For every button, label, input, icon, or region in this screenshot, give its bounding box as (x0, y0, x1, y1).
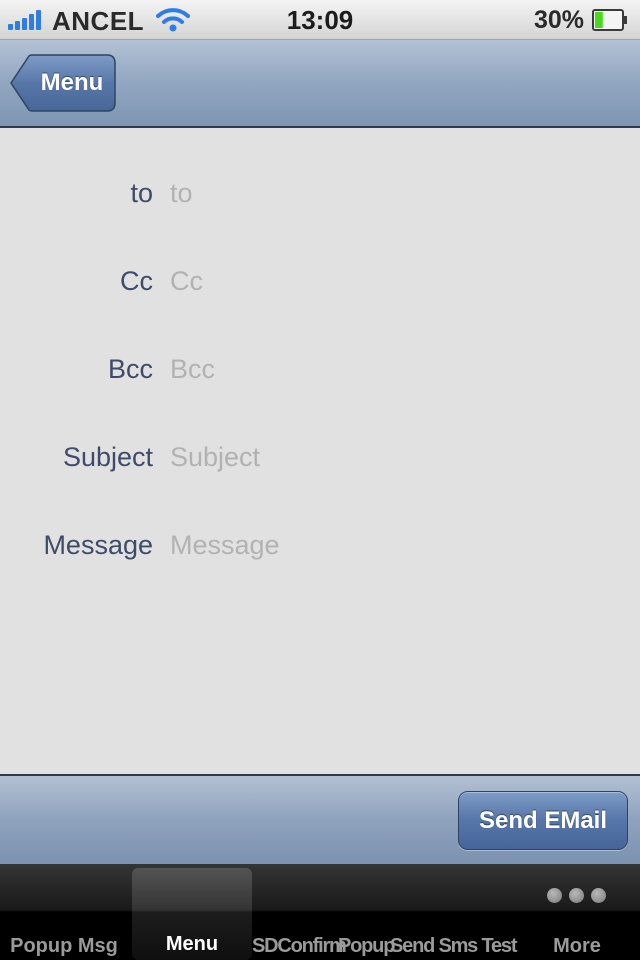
cc-row: Cc (0, 251, 640, 311)
message-row: Message (0, 515, 640, 575)
subject-label: Subject (62, 442, 153, 472)
to-field[interactable] (170, 163, 610, 223)
dot (569, 888, 584, 903)
tab-more[interactable]: More (516, 864, 638, 960)
tab-label: More (553, 935, 601, 957)
subject-field[interactable] (170, 427, 610, 487)
email-form: to Cc Bcc Subject Message (0, 128, 640, 774)
tab-popup[interactable]: Popup (338, 864, 395, 960)
bcc-row: Bcc (0, 339, 640, 399)
tab-bar: Popup Msg Menu SDConfirm Popup Send Sms … (0, 864, 640, 960)
tab-label: Menu (165, 933, 219, 955)
tab-label: Send Sms Test (390, 935, 517, 957)
bcc-field[interactable] (170, 339, 610, 399)
bcc-label: Bcc (107, 354, 153, 384)
bottom-toolbar: Send EMail (0, 774, 640, 864)
message-field[interactable] (170, 515, 610, 575)
tab-send-sms-test[interactable]: Send Sms Test (390, 864, 517, 960)
message-label: Message (43, 530, 153, 560)
more-dots-icon (547, 888, 607, 904)
tab-sdconfirm[interactable]: SDConfirm (252, 864, 347, 960)
send-email-button[interactable]: Send EMail (458, 791, 628, 850)
tab-menu[interactable]: Menu (132, 868, 252, 960)
back-button-label: Menu (40, 69, 104, 96)
battery-fill (595, 12, 603, 28)
to-row: to (0, 163, 640, 223)
tab-label: Popup (338, 935, 395, 957)
tab-label: SDConfirm (252, 935, 347, 957)
tab-label: Popup Msg (10, 935, 118, 957)
battery-percent: 30% (533, 6, 584, 34)
cc-field[interactable] (170, 251, 610, 311)
dot (547, 888, 562, 903)
to-label: to (130, 178, 153, 208)
back-button[interactable]: Menu (10, 54, 116, 112)
tab-popup-msg[interactable]: Popup Msg (0, 864, 128, 960)
status-bar: ANCEL 13:09 30% (0, 0, 640, 40)
cc-label: Cc (120, 266, 153, 296)
dot (591, 888, 606, 903)
battery-icon (592, 9, 627, 31)
navigation-bar: Menu (0, 40, 640, 128)
subject-row: Subject (0, 427, 640, 487)
